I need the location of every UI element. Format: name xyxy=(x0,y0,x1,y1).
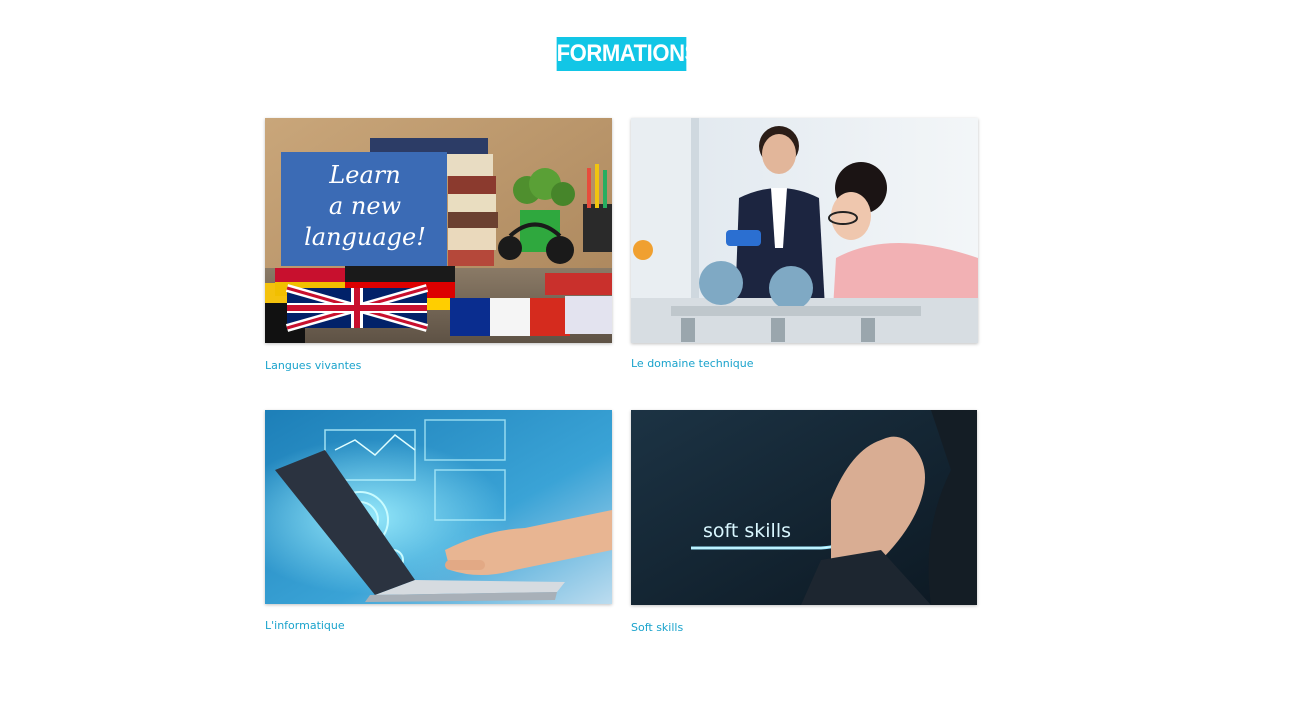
computing-laptop-photo xyxy=(265,410,612,604)
language-learning-photo: Learn a new language! xyxy=(265,118,612,343)
course-image-technique[interactable] xyxy=(631,118,978,343)
course-image-langues[interactable]: Learn a new language! xyxy=(265,118,612,343)
page: FORMATIONS Learn a new language! Langues… xyxy=(0,0,1289,707)
course-card-soft-skills[interactable]: soft skills Soft skills xyxy=(631,410,977,634)
course-image-informatique[interactable] xyxy=(265,410,612,604)
sign-text-line-2: a new xyxy=(329,192,402,220)
page-title: FORMATIONS xyxy=(556,37,699,71)
course-image-soft-skills[interactable]: soft skills xyxy=(631,410,977,605)
sign-text-line-1: Learn xyxy=(328,161,400,189)
soft-skills-handwriting: soft skills xyxy=(703,520,791,542)
sign-text-line-3: language! xyxy=(304,223,426,251)
course-caption-technique[interactable]: Le domaine technique xyxy=(631,357,978,370)
course-card-informatique[interactable]: L'informatique xyxy=(265,410,612,632)
course-card-technique[interactable]: Le domaine technique xyxy=(631,118,978,370)
course-caption-soft-skills[interactable]: Soft skills xyxy=(631,621,977,634)
course-caption-langues[interactable]: Langues vivantes xyxy=(265,359,612,372)
course-caption-informatique[interactable]: L'informatique xyxy=(265,619,612,632)
course-card-langues[interactable]: Learn a new language! Langues vivantes xyxy=(265,118,612,372)
technical-lab-photo xyxy=(631,118,978,343)
soft-skills-photo: soft skills xyxy=(631,410,977,605)
